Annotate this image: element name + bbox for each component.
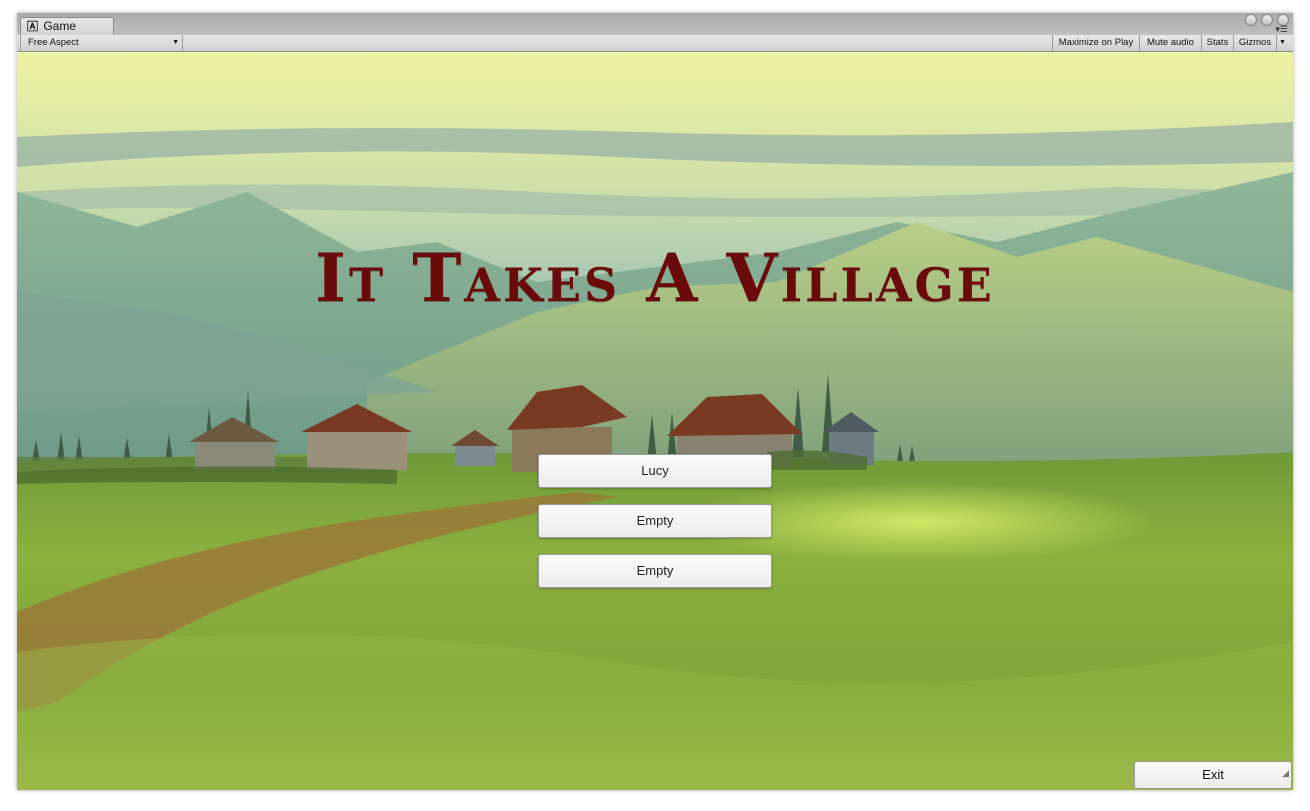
tab-bar: 🄰 Game ▾☰ [17,13,1293,35]
panel-menu-icon[interactable]: ▾☰ [1275,25,1288,34]
village-landscape-background [17,52,1293,790]
tab-game-label: Game [43,19,77,33]
aspect-dropdown[interactable]: Free Aspect ▼ [21,35,183,51]
mute-audio-button[interactable]: Mute audio [1139,35,1201,51]
maximize-on-play-button[interactable]: Maximize on Play [1052,35,1139,51]
dropdown-arrow-icon: ▼ [172,39,179,46]
aspect-dropdown-label: Free Aspect [28,37,79,48]
exit-button[interactable]: Exit ◢ [1134,761,1292,789]
game-toolbar: Free Aspect ▼ Maximize on Play Mute audi… [17,35,1293,52]
save-slot-1-button[interactable]: Lucy [538,454,772,488]
gizmos-dropdown-arrow-icon[interactable]: ▼ [1276,35,1288,51]
unity-icon: 🄰 [27,21,38,33]
game-title: It Takes A Village [315,239,995,317]
tab-game[interactable]: 🄰 Game [20,17,114,35]
game-window: 🄰 Game ▾☰ Free Aspect ▼ Maximize on Play… [17,13,1293,790]
exit-button-label: Exit [1202,767,1224,782]
window-circle-icon[interactable] [1261,14,1273,26]
save-slot-2-button[interactable]: Empty [538,504,772,538]
save-slot-3-button[interactable]: Empty [538,554,772,588]
stats-button[interactable]: Stats [1201,35,1233,51]
gizmos-button[interactable]: Gizmos [1233,35,1276,51]
game-view: It Takes A Village Lucy Empty Empty Exit… [17,52,1293,790]
window-circle-icon[interactable] [1245,14,1257,26]
resize-grip-icon[interactable]: ◢ [1282,760,1289,786]
